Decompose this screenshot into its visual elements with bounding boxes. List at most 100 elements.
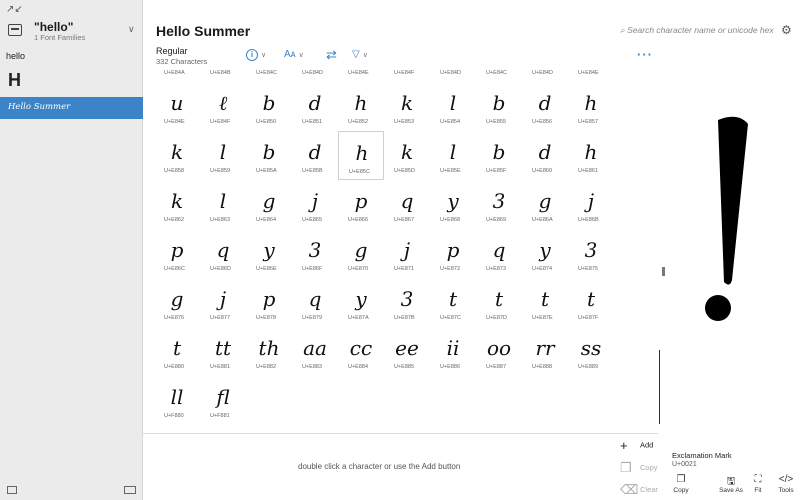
glyph-cell[interactable]: d U+E860: [522, 131, 568, 180]
glyph-cell[interactable]: q U+E879: [292, 278, 338, 327]
grid-scrollbar[interactable]: [662, 267, 665, 276]
glyph-cell[interactable]: p U+E86C: [154, 229, 200, 278]
glyph-cell[interactable]: oo U+E887: [476, 327, 522, 376]
glyph-cell[interactable]: d U+E85B: [292, 131, 338, 180]
gear-icon[interactable]: ⚙: [781, 23, 792, 37]
glyph-cell[interactable]: j U+E871: [384, 229, 430, 278]
glyph-cell[interactable]: d U+E851: [292, 82, 338, 131]
glyph-cell[interactable]: cc U+E884: [338, 327, 384, 376]
glyph-cell[interactable]: g U+E870: [338, 229, 384, 278]
glyph-cell[interactable]: U+E84D: [430, 70, 476, 80]
glyph-cell[interactable]: g U+E876: [154, 278, 200, 327]
glyph: y: [263, 238, 275, 262]
glyph-cell[interactable]: q U+E867: [384, 180, 430, 229]
glyph-cell[interactable]: k U+E862: [154, 180, 200, 229]
glyph-cell[interactable]: t U+E87C: [430, 278, 476, 327]
glyph-cell[interactable]: k U+E85D: [384, 131, 430, 180]
font-family-selector[interactable]: "hello" 1 Font Families ∨: [6, 20, 140, 44]
glyph-cell[interactable]: y U+E868: [430, 180, 476, 229]
glyph-cell[interactable]: y U+E874: [522, 229, 568, 278]
glyph-cell[interactable]: 3 U+E87B: [384, 278, 430, 327]
clear-button[interactable]: ⌫ Clear: [620, 482, 658, 498]
glyph-cell[interactable]: p U+E878: [246, 278, 292, 327]
glyph-cell[interactable]: h U+E861: [568, 131, 614, 180]
glyph-cell[interactable]: p U+E872: [430, 229, 476, 278]
glyph-cell[interactable]: U+E84B: [200, 70, 246, 80]
glyph-cell[interactable]: g U+E864: [246, 180, 292, 229]
preview-text-input[interactable]: hello: [6, 51, 25, 61]
font-list-item-selected[interactable]: Hello Summer: [0, 97, 143, 119]
fit-button[interactable]: ⛶ Fit: [743, 474, 773, 494]
glyph: b: [262, 140, 276, 164]
glyph-cell[interactable]: th U+E882: [246, 327, 292, 376]
add-label: Add: [640, 440, 654, 450]
keyboard-icon[interactable]: [124, 486, 136, 494]
glyph-cell[interactable]: ii U+E886: [430, 327, 476, 376]
glyph-cell[interactable]: 3 U+E869: [476, 180, 522, 229]
glyph-cell[interactable]: j U+E877: [200, 278, 246, 327]
glyph-cell[interactable]: b U+E85A: [246, 131, 292, 180]
glyph-cell[interactable]: l U+E859: [200, 131, 246, 180]
search-input[interactable]: ⌕ Search character name or unicode hex: [620, 25, 774, 36]
font-style-name[interactable]: Regular: [156, 46, 188, 56]
glyph-cell[interactable]: j U+E86B: [568, 180, 614, 229]
glyph-cell[interactable]: q U+E873: [476, 229, 522, 278]
glyph-cell[interactable]: 3 U+E86F: [292, 229, 338, 278]
display-mode-icon[interactable]: [7, 486, 17, 494]
collapse-icon[interactable]: ↗↙: [6, 4, 23, 15]
glyph-cell[interactable]: j U+E865: [292, 180, 338, 229]
glyph-cell[interactable]: b U+E85F: [476, 131, 522, 180]
glyph-cell[interactable]: ss U+E889: [568, 327, 614, 376]
glyph-cell[interactable]: ll U+F880: [154, 376, 200, 425]
chevron-down-icon[interactable]: ∨: [128, 24, 135, 35]
glyph-cell[interactable]: U+E84C: [246, 70, 292, 80]
glyph: p: [170, 238, 184, 262]
glyph-cell[interactable]: l U+E854: [430, 82, 476, 131]
glyph-cell[interactable]: h U+E852: [338, 82, 384, 131]
glyph-cell[interactable]: p U+E866: [338, 180, 384, 229]
glyph-cell[interactable]: tt U+E881: [200, 327, 246, 376]
glyph-cell[interactable]: q U+E86D: [200, 229, 246, 278]
more-options-button[interactable]: ···: [637, 47, 653, 62]
glyph-cell[interactable]: l U+E85E: [430, 131, 476, 180]
glyph-cell[interactable]: t U+E87E: [522, 278, 568, 327]
glyph-cell[interactable]: u U+E84E: [154, 82, 200, 131]
glyph-cell[interactable]: k U+E858: [154, 131, 200, 180]
glyph-cell[interactable]: b U+E855: [476, 82, 522, 131]
glyph-cell[interactable]: y U+E86E: [246, 229, 292, 278]
glyph-cell[interactable]: g U+E86A: [522, 180, 568, 229]
glyph-cell[interactable]: h U+E85C: [338, 131, 384, 180]
glyph-cell[interactable]: U+E84C: [476, 70, 522, 80]
glyph-cell[interactable]: rr U+E888: [522, 327, 568, 376]
info-button[interactable]: i ∨: [246, 49, 266, 63]
glyph-cell[interactable]: t U+E87D: [476, 278, 522, 327]
copy-sequence-button[interactable]: ❐ Copy: [620, 460, 658, 476]
glyph-cell[interactable]: k U+E853: [384, 82, 430, 131]
glyph-cell[interactable]: aa U+E883: [292, 327, 338, 376]
save-as-button[interactable]: 🖫 Save As: [716, 474, 746, 494]
glyph-cell[interactable]: h U+E857: [568, 82, 614, 131]
glyph-cell[interactable]: fl U+F881: [200, 376, 246, 425]
glyph-cell[interactable]: U+E84A: [154, 70, 200, 80]
glyph-cell[interactable]: U+E84D: [522, 70, 568, 80]
glyph-cell[interactable]: U+E84D: [292, 70, 338, 80]
add-button[interactable]: + Add: [620, 438, 653, 453]
glyph-cell[interactable]: 3 U+E875: [568, 229, 614, 278]
compare-button[interactable]: ⇄: [326, 47, 337, 62]
glyph-cell[interactable]: U+E84E: [338, 70, 384, 80]
glyph-cell[interactable]: t U+E880: [154, 327, 200, 376]
font-size-button[interactable]: Aᴀ ∨: [284, 49, 304, 63]
tools-button[interactable]: </> Tools: [771, 474, 800, 494]
glyph-code: U+E870: [348, 266, 369, 272]
glyph-cell[interactable]: U+E84E: [568, 70, 614, 80]
glyph-cell[interactable]: ℓ U+E84F: [200, 82, 246, 131]
glyph-cell[interactable]: d U+E856: [522, 82, 568, 131]
glyph-cell[interactable]: b U+E850: [246, 82, 292, 131]
filter-button[interactable]: ▽ ∨: [352, 49, 368, 63]
glyph-cell[interactable]: y U+E87A: [338, 278, 384, 327]
glyph-cell[interactable]: ee U+E885: [384, 327, 430, 376]
glyph-cell[interactable]: t U+E87F: [568, 278, 614, 327]
glyph-cell[interactable]: U+E84F: [384, 70, 430, 80]
detail-copy-button[interactable]: ❐ Copy: [666, 474, 696, 494]
glyph-cell[interactable]: l U+E863: [200, 180, 246, 229]
